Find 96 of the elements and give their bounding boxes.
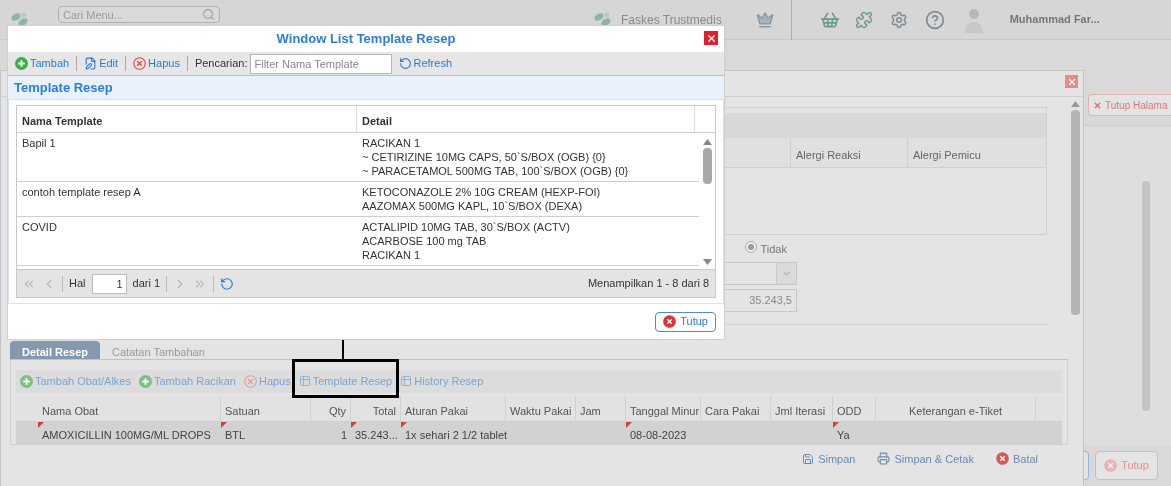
menu-search-field[interactable]: Cari Menu...: [58, 6, 220, 23]
close-icon: [1093, 100, 1102, 110]
detail-line: RACIKAN 1: [362, 248, 422, 262]
table-cell: 08-08-2023: [630, 428, 687, 441]
scrollbar-thumb[interactable]: [1142, 181, 1150, 411]
column-header: Aturan Pakai: [401, 395, 506, 421]
dropdown-field[interactable]: [723, 261, 797, 285]
close-button[interactable]: Tutup: [1095, 451, 1158, 480]
table-cell: 1: [340, 428, 347, 441]
refresh-icon[interactable]: [220, 276, 235, 291]
toolbar-button[interactable]: Hapus: [243, 372, 291, 390]
help-icon[interactable]: [924, 9, 945, 30]
footer-button[interactable]: Simpan: [802, 450, 856, 467]
plus-circle-icon: [15, 57, 28, 70]
printer-icon: [877, 452, 891, 466]
column-header: Detail: [357, 106, 695, 132]
column-header: Jam: [576, 395, 626, 421]
close-window-icon[interactable]: [1065, 75, 1078, 88]
x-circle-icon: [1104, 459, 1118, 472]
column-header: Total: [351, 395, 401, 421]
facility-name: Faskes Trustmedis: [621, 11, 722, 29]
detail-line: KETOCONAZOLE 2% 10G CREAM (HEXP-FOI): [362, 185, 602, 199]
detail-line: ~ CETIRIZINE 10MG CAPS, 50`S/BOX (OGB) {0}: [362, 150, 607, 164]
page-label: Hal: [69, 276, 86, 292]
page-field[interactable]: 1: [91, 273, 127, 294]
settings-icon[interactable]: [889, 10, 908, 29]
toolbar-button[interactable]: Template Resep: [298, 372, 393, 390]
radio-button[interactable]: [744, 241, 757, 253]
toolbar-button[interactable]: Edit: [84, 55, 119, 72]
column-header: Satuan: [221, 395, 311, 421]
refresh-button[interactable]: Refresh: [398, 55, 453, 72]
footer-button[interactable]: Simpan & Cetak: [877, 450, 974, 467]
tab[interactable]: Catatan Tambahan: [100, 340, 217, 359]
column-header: Qty: [311, 395, 351, 421]
window-title: Window List Template Resep: [276, 30, 456, 49]
table-icon: [298, 375, 311, 387]
edit-icon: [84, 57, 98, 70]
column-header: Cara Pakai: [701, 395, 771, 421]
save-icon: [802, 452, 815, 465]
scroll-down-icon[interactable]: [702, 259, 712, 265]
toolbar-button[interactable]: Tambah: [15, 55, 70, 72]
column-header: Keterangan e-Tiket: [876, 395, 1036, 421]
user-name[interactable]: Muhammad Far...: [1009, 11, 1100, 28]
toolbar-button[interactable]: Tambah Racikan: [139, 372, 236, 390]
crown-icon[interactable]: [755, 10, 774, 29]
detail-line: ~ PARACETAMOL 500MG TAB, 100`S/BOX (OGB) {0}: [362, 164, 630, 178]
pager-summary: Menampilkan 1 - 8 dari 8: [587, 276, 709, 292]
footer-button[interactable]: Batal: [995, 450, 1038, 467]
amount-field[interactable]: 35.243,5: [723, 288, 797, 312]
table-cell: BTL: [225, 428, 246, 441]
x-circle-icon: [663, 315, 677, 328]
template-search-field[interactable]: Filter Nama Template: [249, 53, 392, 74]
detail-line: ACTALIPID 10MG TAB, 30`S/BOX (ACTV): [362, 220, 571, 234]
detail-line: AAZOMAX 500MG KAPL, 10`S/BOX (DEXA): [362, 199, 584, 213]
table-cell: 35.243...: [355, 428, 398, 441]
scroll-up-icon[interactable]: [1070, 101, 1080, 107]
detail-line: RACIKAN 1: [362, 136, 422, 150]
column-header: Nama Template: [17, 106, 357, 132]
panel-title: Template Resep: [14, 78, 113, 97]
table-cell-text: contoh template resep A: [21, 185, 142, 200]
column-header: Waktu Pakai: [506, 395, 576, 421]
puzzle-icon[interactable]: [854, 10, 873, 29]
close-button[interactable]: Tutup: [655, 311, 716, 332]
toolbar-button[interactable]: Hapus: [133, 55, 180, 72]
radio-label: Tidak: [760, 242, 787, 257]
scrollbar-thumb[interactable]: [702, 148, 712, 184]
detail-line: ACARBOSE 100 mg TAB: [362, 234, 488, 248]
tab[interactable]: Detail Resep: [10, 340, 101, 359]
close-window-icon[interactable]: [704, 31, 718, 45]
toolbar-button[interactable]: Tambah Obat/Alkes: [20, 372, 131, 390]
x-circle-icon: [243, 374, 257, 388]
search-icon: [202, 8, 215, 21]
basket-icon[interactable]: [819, 9, 840, 30]
scrollbar-thumb[interactable]: [1070, 110, 1080, 315]
table-cell: 1x sehari 2 1/2 tablet: [405, 428, 508, 441]
column-header: Alergi Reaksi: [790, 138, 907, 167]
column-header: Jml Iterasi: [771, 395, 833, 421]
close-page-button[interactable]: Tutup Halama: [1088, 94, 1171, 116]
column-header: Alergi Pemicu: [907, 138, 1024, 167]
avatar-icon[interactable]: [963, 6, 984, 33]
column-header: ODD: [833, 395, 876, 421]
table-cell-text: COVID: [21, 220, 58, 235]
table-cell-text: Bapil 1: [21, 136, 57, 151]
plus-circle-icon: [20, 374, 33, 388]
x-circle-icon: [133, 57, 147, 70]
column-header: Tanggal Minur: [626, 395, 701, 421]
refresh-icon: [398, 57, 412, 70]
x-circle-icon: [995, 452, 1009, 466]
search-label: Pencarian:: [194, 56, 248, 72]
table-icon: [400, 375, 413, 387]
plus-circle-icon: [139, 374, 152, 388]
column-header: Nama Obat: [38, 395, 221, 421]
table-cell: Ya: [837, 428, 850, 441]
page-count: dari 1: [132, 276, 161, 292]
toolbar-button[interactable]: History Resep: [400, 372, 484, 390]
table-cell: AMOXICILLIN 100MG/ML DROPS: [42, 428, 211, 441]
